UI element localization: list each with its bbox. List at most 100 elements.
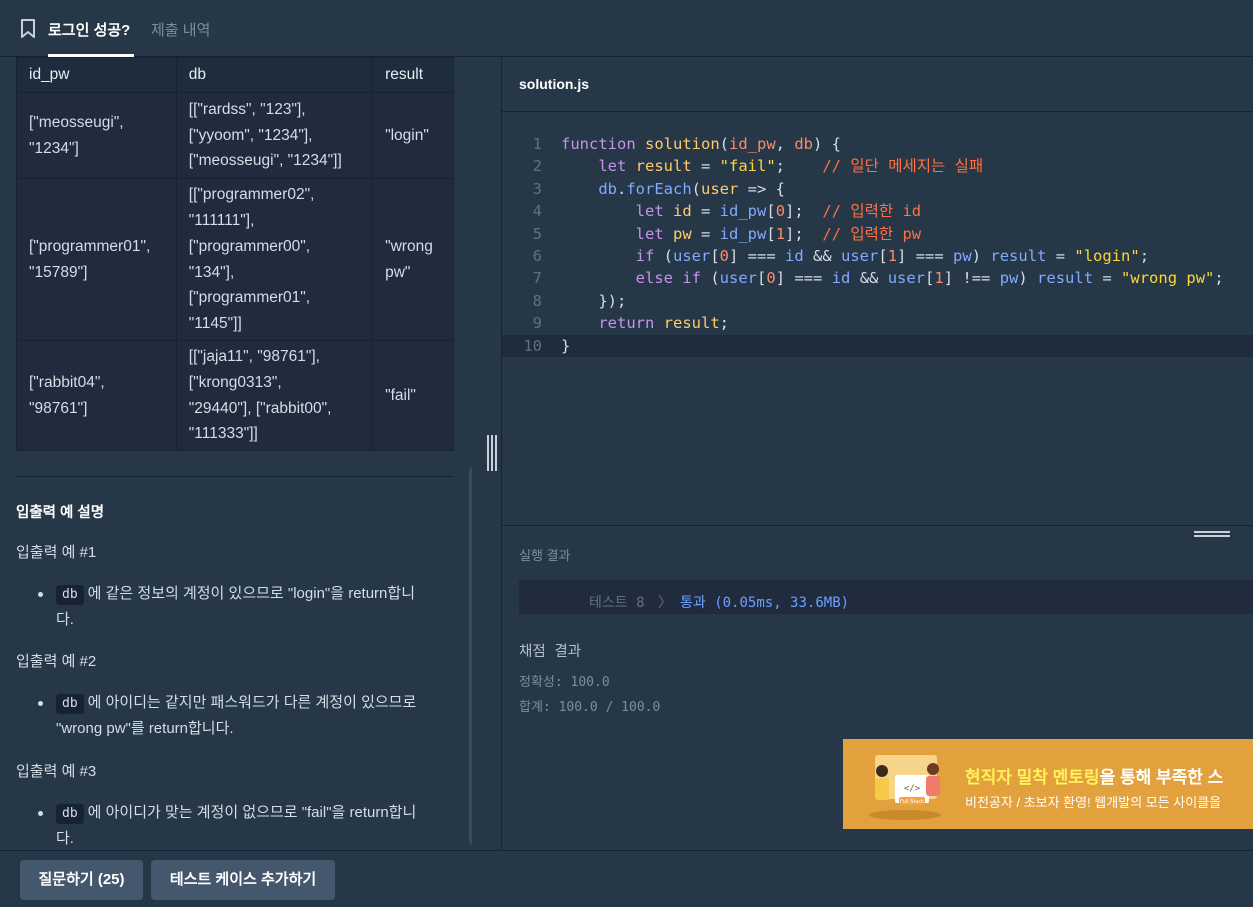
panel-resize-handle[interactable] [486,435,498,471]
chevron-right-icon: 〉 [658,595,672,611]
editor-header: solution.js [502,57,1253,112]
table-cell-result: "fail" [372,340,454,451]
code-editor-panel: solution.js 1 function solution(id_pw, db… [501,57,1253,525]
cell-line: ["rabbit04", [29,373,105,391]
cell-line: ["krong0313", [188,373,282,391]
table-cell-id-pw: ["programmer01", "15789"] [16,178,177,341]
code-line[interactable]: 9 return result; [502,312,1253,334]
ad-subtext: 비전공자 / 초보자 환영! 웹개발의 모든 사이클을 [965,795,1222,810]
table-header-row: id_pw db result [16,57,454,93]
table-header-cell: db [175,57,374,93]
result-panel-header: 실행 결과 [501,525,1253,580]
list-item: db 에 같은 정보의 계정이 있으므로 "login"을 return합니 다. [16,581,456,632]
table-cell-db: [["programmer02", "111111"], ["programmer0… [175,178,374,341]
code-line[interactable]: 7 else if (user[0] === id && user[1] !==… [502,267,1253,289]
table-cell-id-pw: ["rabbit04", "98761"] [16,340,177,451]
example-heading: 입출력 예 #1 [16,544,97,561]
cell-line: "login" [385,126,429,144]
line-number: 10 [523,336,542,355]
problem-description-panel: id_pw db result ["meosseugi", "1234"] [["r… [0,57,472,850]
bullet-icon [38,592,43,597]
cell-line: ["meosseugi", [29,113,124,131]
bottom-action-bar: 질문하기 (25) 테스트 케이스 추가하기 [0,850,1253,907]
cell-line: "98761"] [29,399,88,417]
table-cell-result: "wrong pw" [372,178,454,341]
add-testcase-button[interactable]: 테스트 케이스 추가하기 [151,860,335,900]
problem-tab-bar: 로그인 성공? 제출 내역 [0,0,1253,57]
test-case-status: 통과 (0.05ms, 33.6MB) [680,595,850,611]
cell-line: "15789"] [29,263,88,281]
bullet-icon [38,701,43,707]
line-number: 6 [532,247,542,265]
explanation-text: 에 아이디는 같지만 패스워드가 다른 계정이 있으므로 [87,694,417,712]
ask-question-button[interactable]: 질문하기 (25) [20,860,143,900]
line-number: 3 [532,179,542,198]
line-number: 9 [532,314,542,333]
line-number: 4 [532,202,542,221]
cell-line: "134"], [188,263,235,281]
test-case-result: 테스트 8 〉 통과 (0.05ms, 33.6MB) [519,580,1253,614]
code-line[interactable]: 3 db.forEach(user => { [502,178,1253,200]
code-line[interactable]: 8 }); [502,290,1253,312]
table-header-cell: id_pw [16,57,177,93]
table-row: ["meosseugi", "1234"] [["rardss", "123"],[… [16,92,454,179]
example-heading: 입출력 예 #2 [16,653,97,671]
table-row: ["rabbit04", "98761"] [["jaja11", "98761"]… [16,340,454,451]
cell-line: "1234"] [29,139,79,157]
description-scrollbar[interactable] [469,467,472,845]
svg-text:</>: </> [904,784,921,794]
ad-headline: 현직자 밀착 멘토링을 통해 부족한 스 [965,768,1224,787]
cell-line: ["programmer00", [188,237,311,255]
explanation-text: 다. [56,610,74,628]
cell-line: "29440"], ["rabbit00", [188,399,332,417]
cell-line: ["programmer01", [188,289,311,307]
section-divider [16,476,454,477]
line-number: 2 [532,157,542,176]
code-editor[interactable]: 1 function solution(id_pw, db) { 2 let re… [502,112,1253,525]
line-number: 7 [532,269,542,288]
bookmark-icon[interactable] [20,19,36,38]
bullet-icon [38,810,43,816]
tab-problem[interactable]: 로그인 성공? [48,19,130,40]
inline-code: db [56,694,84,715]
accuracy-score: 정확성: 100.0 [519,675,610,690]
cell-line: ["programmer01", [29,237,151,255]
code-line[interactable]: 1 function solution(id_pw, db) { [502,133,1253,155]
code-line[interactable]: 2 let result = "fail"; // 일단 메세지는 실패 [502,155,1253,177]
io-example-table: id_pw db result ["meosseugi", "1234"] [["r… [16,57,454,451]
cell-line: ["meosseugi", "1234"]] [188,152,342,170]
test-case-label: 테스트 8 [589,595,645,611]
explanation-text: 다. [56,829,74,847]
table-cell-db: [["rardss", "123"], ["yyoom", "1234"], ["m… [175,92,374,179]
table-cell-id-pw: ["meosseugi", "1234"] [16,92,177,179]
cell-line: "fail" [385,386,416,404]
code-line[interactable]: 5 let pw = id_pw[1]; // 입력한 pw [502,223,1253,245]
line-number: 8 [532,291,542,310]
code-line[interactable]: 4 let id = id_pw[0]; // 입력한 id [502,200,1253,222]
table-header-cell: result [372,57,454,93]
file-name: solution.js [519,76,589,92]
table-cell-result: "login" [372,92,454,179]
code-line-current[interactable]: 10} [502,334,1253,357]
ad-banner[interactable]: Full Stack </> 현직자 밀착 멘토링을 통해 부족한 스 비전공자… [843,739,1253,829]
result-resize-handle[interactable] [1194,531,1230,539]
total-score: 합계: 100.0 / 100.0 [519,700,661,715]
cell-line: ["yyoom", "1234"], [188,126,313,144]
explanation-text: 에 아이디가 맞는 계정이 없으므로 "fail"을 return합니 [87,803,417,821]
example-heading: 입출력 예 #3 [16,762,97,780]
io-explanation-section: 입출력 예 설명 입출력 예 #1 db 에 같은 정보의 계정이 있으므로 "lo… [16,501,456,850]
score-title: 채점 결과 [519,644,582,660]
cell-line: [["programmer02", [188,186,315,204]
inline-code: db [56,585,84,605]
result-title: 실행 결과 [519,548,571,563]
list-item: db 에 아이디는 같지만 패스워드가 다른 계정이 있으므로 "wrong pw"… [16,690,456,741]
line-number: 5 [532,224,542,243]
table-row: ["programmer01", "15789"] [["programmer02"… [16,178,454,341]
code-line[interactable]: 6 if (user[0] === id && user[1] === pw) … [502,245,1253,267]
tab-submissions[interactable]: 제출 내역 [151,19,210,40]
inline-code: db [56,803,84,824]
cell-line: "1145"]] [188,314,242,332]
cell-line: "wrong [385,237,433,255]
cell-line: [["rardss", "123"], [188,100,306,118]
explanation-text: "wrong pw"를 return합니다. [56,720,234,738]
